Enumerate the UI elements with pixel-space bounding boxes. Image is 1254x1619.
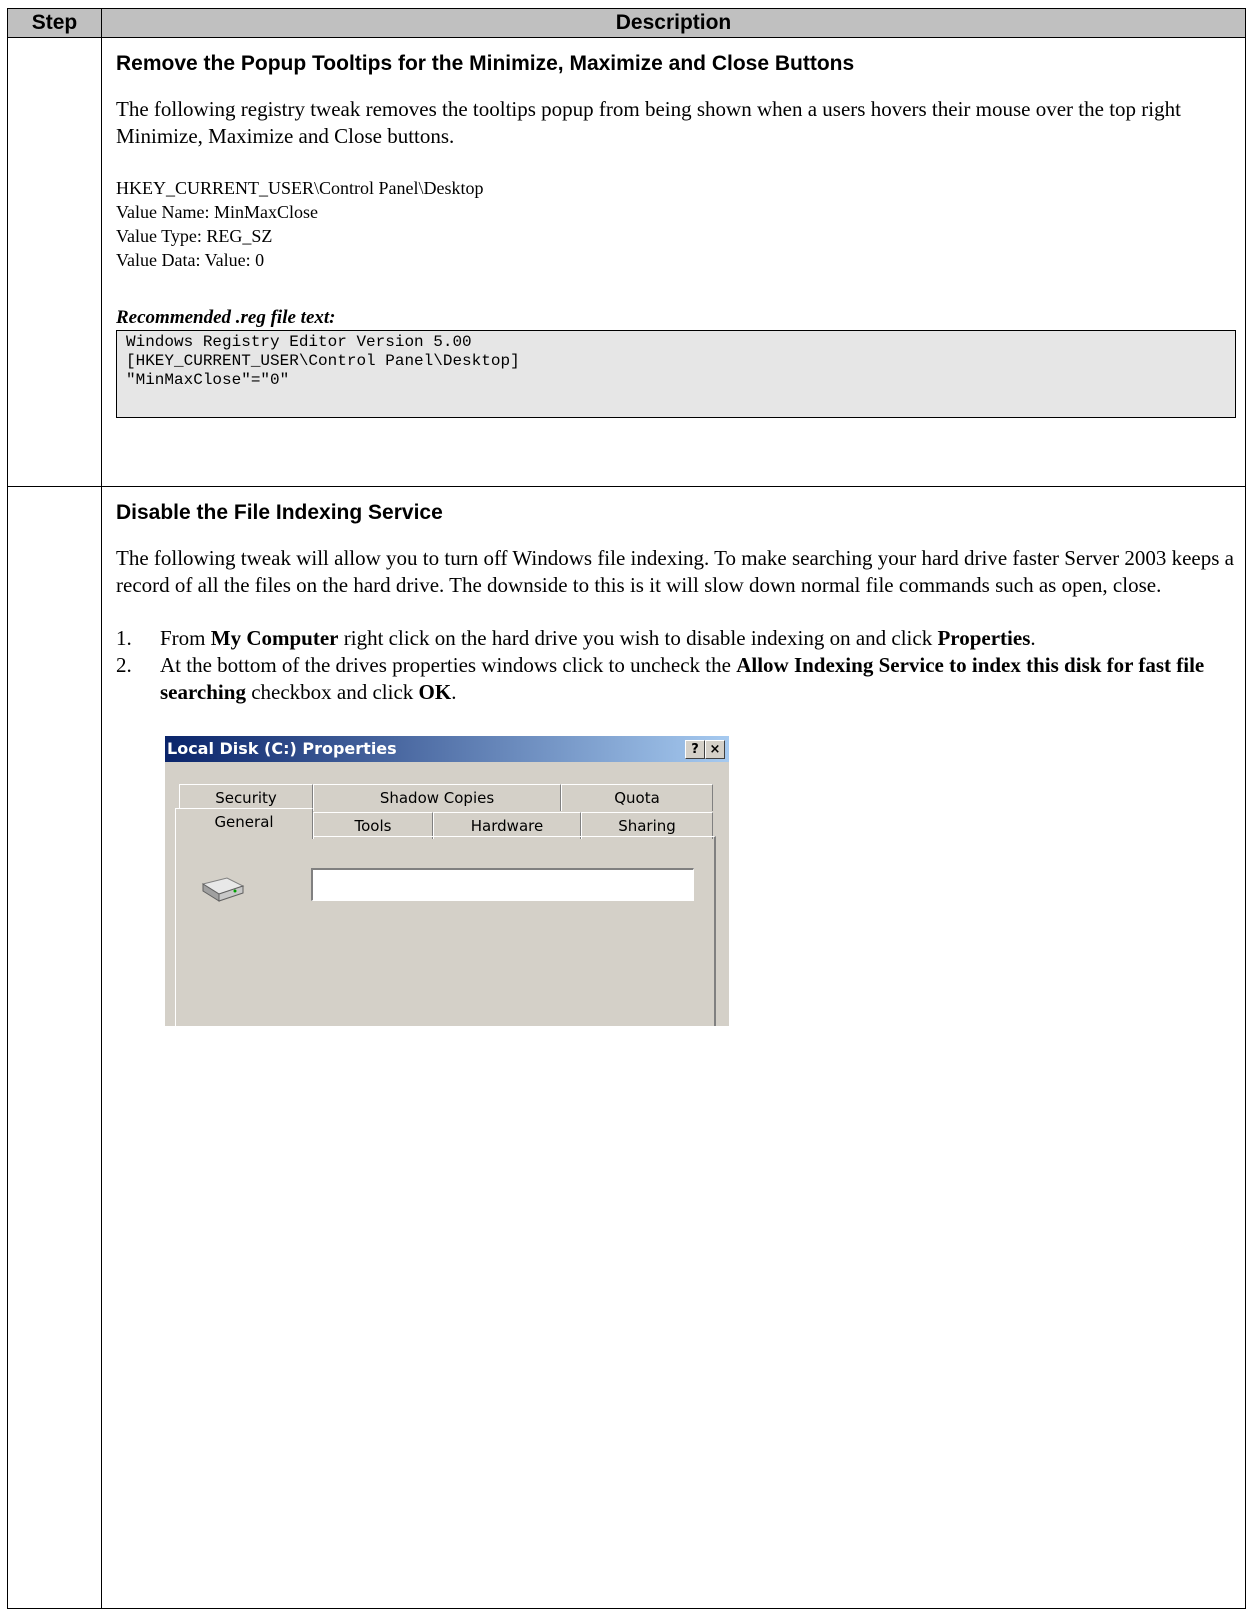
- description-cell-1: Remove the Popup Tooltips for the Minimi…: [101, 37, 1246, 487]
- volume-label-input[interactable]: [311, 868, 694, 901]
- header-description: Description: [101, 8, 1246, 38]
- reg-line: Windows Registry Editor Version 5.00: [126, 333, 472, 351]
- step-text: right click on the hard drive you wish t…: [338, 626, 938, 650]
- tab-panel: [175, 836, 716, 1026]
- reg-line: [HKEY_CURRENT_USER\Control Panel\Desktop…: [126, 352, 520, 370]
- step-text: checkbox and click: [245, 680, 419, 704]
- section-intro: The following tweak will allow you to tu…: [116, 546, 1234, 597]
- help-button[interactable]: ?: [685, 740, 705, 759]
- properties-dialog: Local Disk (C:) Properties ? × Security …: [164, 736, 729, 1026]
- tab-sharing[interactable]: Sharing: [581, 812, 713, 839]
- hard-drive-icon: [201, 877, 245, 902]
- steps-list: 1. From My Computer right click on the ha…: [116, 625, 1236, 706]
- registry-key: HKEY_CURRENT_USER\Control Panel\Desktop: [116, 178, 484, 198]
- step-bold: OK: [418, 680, 452, 704]
- list-item: 1. From My Computer right click on the ha…: [116, 625, 1236, 652]
- header-step: Step: [7, 8, 102, 38]
- dialog-title: Local Disk (C:) Properties: [167, 739, 397, 758]
- value-data: Value Data: Value: 0: [116, 250, 265, 270]
- list-number: 1.: [116, 626, 132, 650]
- dialog-titlebar: Local Disk (C:) Properties ? ×: [165, 736, 729, 762]
- description-cell-2: Disable the File Indexing Service The fo…: [101, 486, 1246, 1609]
- list-number: 2.: [116, 653, 132, 677]
- value-name: Value Name: MinMaxClose: [116, 202, 318, 222]
- step-cell-2: [7, 486, 102, 1609]
- step-bold: My Computer: [210, 626, 339, 650]
- section-title: Remove the Popup Tooltips for the Minimi…: [116, 52, 855, 75]
- tab-general[interactable]: General: [175, 808, 313, 839]
- tab-tools[interactable]: Tools: [313, 812, 433, 839]
- reg-code-box: Windows Registry Editor Version 5.00 [HKE…: [116, 330, 1236, 418]
- step-text: At the bottom of the drives properties w…: [160, 653, 737, 677]
- step-text: .: [451, 680, 457, 704]
- step-text: From: [160, 626, 211, 650]
- reg-line: "MinMaxClose"="0": [126, 371, 290, 389]
- section-intro: The following registry tweak removes the…: [116, 97, 1181, 148]
- tab-quota[interactable]: Quota: [561, 784, 713, 811]
- step-bold: Properties: [937, 626, 1031, 650]
- tab-hardware[interactable]: Hardware: [433, 812, 581, 839]
- step-text: .: [1030, 626, 1036, 650]
- list-item: 2. At the bottom of the drives properties…: [116, 652, 1236, 706]
- document-table: Step Description Remove the Popup Toolti…: [7, 8, 1246, 1609]
- close-button[interactable]: ×: [705, 740, 725, 759]
- tab-security[interactable]: Security: [179, 784, 313, 811]
- tab-shadow-copies[interactable]: Shadow Copies: [313, 784, 561, 811]
- value-type: Value Type: REG_SZ: [116, 226, 273, 246]
- recommended-label: Recommended .reg file text:: [116, 307, 336, 328]
- section-title: Disable the File Indexing Service: [116, 501, 443, 524]
- step-cell-1: [7, 37, 102, 487]
